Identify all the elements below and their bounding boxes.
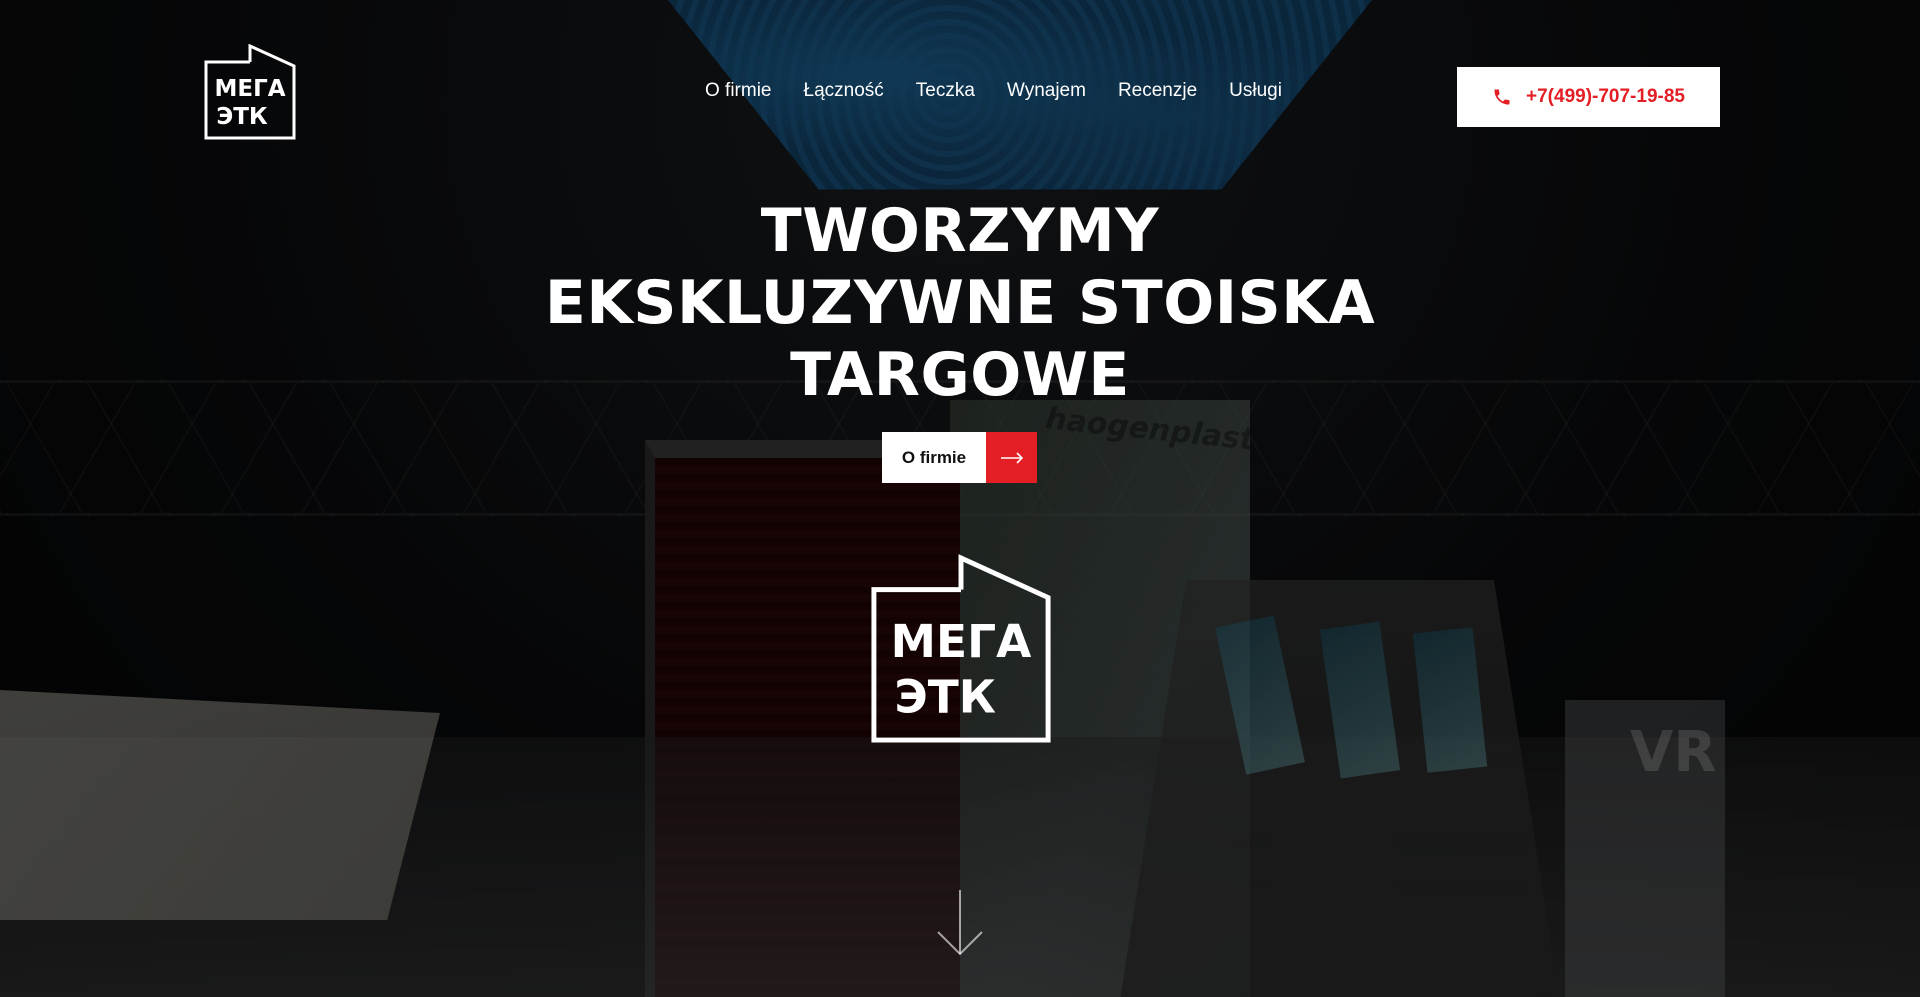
hero-title-line: EKSKLUZYWNE STOISKA bbox=[544, 268, 1376, 338]
hero-title-line: TWORZYMY bbox=[760, 196, 1160, 266]
hero-title-line: TARGOWE bbox=[790, 340, 1130, 410]
nav-item-contact[interactable]: Łączność bbox=[804, 80, 884, 102]
phone-icon bbox=[1494, 89, 1510, 105]
arrow-down-icon[interactable] bbox=[936, 888, 984, 958]
dark-overlay bbox=[0, 0, 1920, 997]
center-logo-line1: МЕГА bbox=[891, 615, 1032, 668]
logo-line2: ЭТК bbox=[216, 104, 268, 130]
nav-item-about[interactable]: O firmie bbox=[705, 80, 772, 102]
logo-mark-icon: МЕГА ЭТК bbox=[871, 554, 1051, 743]
hero-title: TWORZYMY EKSKLUZYWNE STOISKA TARGOWE bbox=[460, 195, 1460, 411]
logo-mark-icon: МЕГА ЭТК bbox=[204, 43, 296, 140]
logo-line1: МЕГА bbox=[214, 76, 285, 102]
phone-button[interactable]: +7(499)-707-19-85 bbox=[1457, 67, 1720, 127]
phone-number: +7(499)-707-19-85 bbox=[1526, 86, 1685, 107]
hero-background: haogenplast VR bbox=[0, 0, 1920, 997]
main-nav: O firmie Łączność Teczka Wynajem Recenzj… bbox=[705, 80, 1282, 102]
logo[interactable]: МЕГА ЭТК bbox=[202, 43, 298, 140]
arrow-right-icon bbox=[986, 432, 1037, 483]
nav-item-rental[interactable]: Wynajem bbox=[1007, 80, 1086, 102]
center-logo: МЕГА ЭТК bbox=[866, 554, 1056, 744]
nav-item-reviews[interactable]: Recenzje bbox=[1118, 80, 1197, 102]
center-logo-line2: ЭТК bbox=[894, 670, 996, 723]
nav-item-services[interactable]: Usługi bbox=[1229, 80, 1282, 102]
nav-item-portfolio[interactable]: Teczka bbox=[916, 80, 975, 102]
cta-label: O firmie bbox=[882, 432, 986, 483]
about-cta-button[interactable]: O firmie bbox=[882, 432, 1037, 483]
